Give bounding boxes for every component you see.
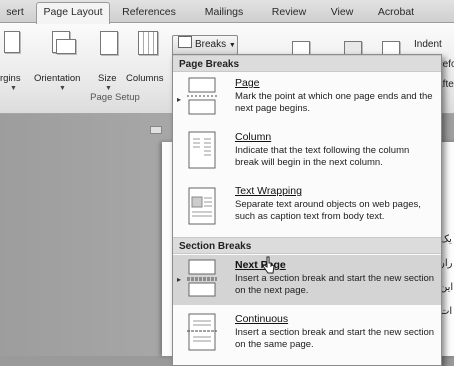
size-label: Size — [98, 73, 117, 84]
chevron-down-icon: ▼ — [228, 42, 236, 49]
chevron-down-icon: ▼ — [10, 85, 17, 92]
orientation-label: Orientation — [34, 73, 81, 84]
column-break-icon — [188, 131, 216, 169]
tab-insert[interactable]: sert — [0, 3, 32, 21]
breaks-button[interactable]: Breaks ▼ — [172, 35, 238, 55]
tab-view[interactable]: View — [322, 3, 362, 21]
margins-label: rgins — [0, 73, 21, 84]
size-icon — [100, 31, 118, 55]
breaks-icon — [178, 36, 192, 48]
page-break-title: Page — [235, 77, 260, 89]
menu-item-column-break[interactable]: Column Indicate that the text following … — [173, 127, 441, 179]
page-setup-group-label: Page Setup — [90, 92, 140, 103]
menu-item-page-break[interactable]: ▸ Page Mark the point at which one page … — [173, 73, 441, 125]
next-page-description: Insert a section break and start the new… — [235, 273, 435, 296]
next-page-icon — [187, 259, 217, 297]
tab-mailings[interactable]: Mailings — [196, 3, 252, 21]
tab-references[interactable]: References — [116, 3, 182, 21]
indent-marker[interactable] — [150, 126, 162, 134]
margins-icon — [4, 31, 20, 53]
text-wrapping-icon — [188, 187, 216, 225]
continuous-description: Insert a section break and start the new… — [235, 327, 435, 350]
tab-acrobat[interactable]: Acrobat — [370, 3, 422, 21]
breaks-label: Breaks — [195, 39, 227, 50]
column-break-description: Indicate that the text following the col… — [235, 145, 410, 168]
text-wrapping-description: Separate text around objects on web page… — [235, 199, 421, 222]
section-breaks-header: Section Breaks — [173, 237, 441, 254]
menu-item-continuous-break[interactable]: Continuous Insert a section break and st… — [173, 307, 441, 359]
chevron-down-icon: ▼ — [105, 85, 112, 92]
ribbon-tab-bar: sert Page Layout References Mailings Rev… — [0, 0, 454, 24]
text-wrapping-title: Text Wrapping — [235, 185, 302, 197]
menu-item-next-page-break[interactable]: ▸ Next Page Insert a section break and s… — [173, 255, 441, 305]
page-break-icon — [187, 77, 217, 115]
tab-review[interactable]: Review — [264, 3, 314, 21]
breaks-dropdown-menu: Page Breaks ▸ Page Mark the point at whi… — [172, 54, 442, 366]
continuous-title: Continuous — [235, 313, 289, 325]
columns-icon — [138, 31, 158, 55]
indent-label: Indent — [414, 39, 442, 50]
columns-label: Columns — [126, 73, 164, 84]
continuous-break-icon — [187, 313, 217, 351]
page-breaks-header: Page Breaks — [173, 55, 441, 72]
next-page-title: Next Page — [235, 259, 286, 271]
mouse-pointer-icon — [262, 256, 275, 274]
tab-page-layout[interactable]: Page Layout — [36, 2, 110, 24]
chevron-down-icon: ▼ — [59, 85, 66, 92]
page-break-description: Mark the point at which one page ends an… — [235, 91, 433, 114]
menu-item-text-wrapping-break[interactable]: Text Wrapping Separate text around objec… — [173, 181, 441, 235]
column-break-title: Column — [235, 131, 272, 143]
